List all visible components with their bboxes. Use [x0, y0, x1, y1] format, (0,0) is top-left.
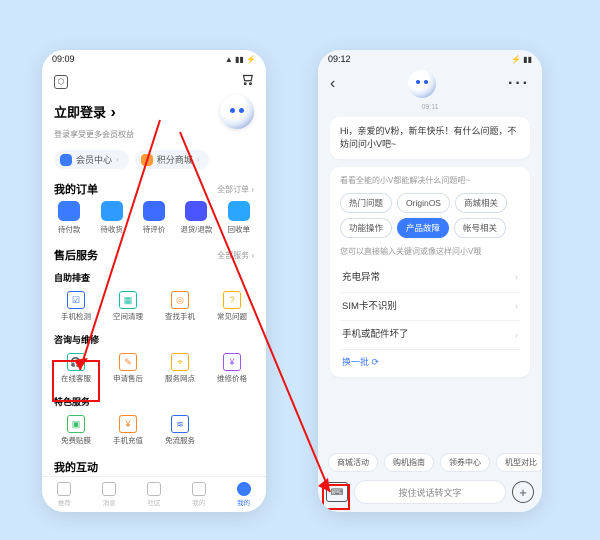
selfcheck-find[interactable]: ◎查找手机	[154, 288, 206, 325]
chevron-right-icon: ›	[515, 329, 518, 342]
chevron-right-icon: ›	[197, 155, 200, 164]
greeting-text: Hi，亲爱的V粉，新年快乐！有什么问题，不妨问问小V吧~	[340, 126, 517, 149]
tag-mall[interactable]: 商城相关	[455, 193, 507, 213]
nav-message[interactable]: 消息	[102, 482, 116, 507]
chip-member-center[interactable]: 会员中心 ›	[54, 150, 129, 169]
selfcheck-phone[interactable]: ☑手机检测	[50, 288, 102, 325]
bchip-mall-activity[interactable]: 商城活动	[328, 453, 378, 472]
order-pending-receive[interactable]: 待收货	[93, 201, 131, 235]
login-title[interactable]: 立即登录	[54, 105, 106, 120]
selfcheck-title: 自助排查	[42, 267, 266, 286]
status-icons: ▲ ▮▮ ⚡	[225, 55, 256, 64]
chip-points-mall[interactable]: 积分商城 ›	[135, 150, 210, 169]
selfcheck-clean[interactable]: ▦空间清理	[102, 288, 154, 325]
chevron-right-icon: ›	[116, 155, 119, 164]
order-refund[interactable]: 退货/退款	[177, 201, 215, 235]
annotation-box-online-service	[52, 360, 100, 402]
tag-account[interactable]: 帐号相关	[454, 218, 506, 238]
plus-icon[interactable]: +	[512, 481, 534, 503]
phone-right: 09:12 ⚡ ▮▮ ‹ ··· 09:11 Hi，亲爱的V粉，新年快乐！有什么…	[318, 50, 542, 512]
service-more[interactable]: 全部服务 ›	[217, 250, 254, 261]
apply-aftersale[interactable]: ✎申请售后	[102, 350, 154, 387]
chevron-right-icon: ›	[515, 271, 518, 284]
status-time: 09:12	[328, 54, 351, 64]
status-bar-right: 09:12 ⚡ ▮▮	[318, 50, 542, 66]
orders-more[interactable]: 全部订单 ›	[217, 184, 254, 195]
phone-recharge[interactable]: ¥手机充值	[102, 412, 154, 449]
service-location[interactable]: ⌖服务网点	[154, 350, 206, 387]
member-icon	[60, 154, 72, 166]
order-pending-pay[interactable]: 待付款	[50, 201, 88, 235]
interact-title: 我的互动	[54, 459, 98, 475]
settings-hex-icon[interactable]: ⬡	[54, 75, 68, 89]
service-title: 售后服务	[54, 247, 98, 263]
chevron-right-icon: ›	[515, 300, 518, 313]
bchip-coupon[interactable]: 领券中心	[440, 453, 490, 472]
bchip-compare[interactable]: 机型对比	[496, 453, 542, 472]
repair-price[interactable]: ¥维修价格	[206, 350, 258, 387]
bottom-nav: 推荐 消息 社区 我的 我的	[42, 476, 266, 512]
selfcheck-faq[interactable]: ?常见问题	[206, 288, 258, 325]
annotation-box-keyboard	[322, 484, 350, 510]
faq-broken[interactable]: 手机或配件坏了›	[340, 321, 520, 350]
input-bar: ⌨ 按住说话转文字 +	[318, 476, 542, 508]
orders-row: 待付款 待收货 待评价 退货/退款 回收单	[42, 201, 266, 241]
bottom-chip-row: 商城活动 购机指南 领券中心 机型对比 以	[318, 453, 542, 472]
panel-bubble: 看看全能的小V都能解决什么问题吧~ 热门问题 OriginOS 商城相关 功能操…	[330, 167, 530, 377]
panel-hint: 看看全能的小V都能解决什么问题吧~	[340, 175, 520, 187]
voice-input[interactable]: 按住说话转文字	[354, 480, 506, 504]
faq-charge[interactable]: 充电异常›	[340, 264, 520, 293]
order-recycle[interactable]: 回收单	[220, 201, 258, 235]
login-subtitle: 登录享受更多会员权益	[42, 129, 266, 146]
free-data[interactable]: ≋免流服务	[154, 412, 206, 449]
tag-originos[interactable]: OriginOS	[397, 193, 450, 213]
chip-member-label: 会员中心	[76, 153, 112, 166]
cart-icon[interactable]	[240, 72, 254, 91]
back-button[interactable]: ‹	[330, 75, 335, 93]
nav-recommend[interactable]: 推荐	[57, 482, 71, 507]
message-time: 09:11	[318, 102, 542, 113]
tag-hot[interactable]: 热门问题	[340, 193, 392, 213]
faq-sim[interactable]: SIM卡不识别›	[340, 293, 520, 322]
bchip-buy-guide[interactable]: 购机指南	[384, 453, 434, 472]
points-icon	[141, 154, 153, 166]
nav-mine[interactable]: 我的	[237, 482, 251, 507]
free-film[interactable]: ▣免费贴膜	[50, 412, 102, 449]
consult-title: 咨询与维修	[42, 329, 266, 348]
avatar[interactable]	[220, 95, 254, 129]
greeting-bubble: Hi，亲爱的V粉，新年快乐！有什么问题，不妨问问小V吧~	[330, 117, 530, 159]
login-arrow-icon[interactable]: ›	[110, 104, 115, 121]
tag-fault[interactable]: 产品故障	[397, 218, 449, 238]
nav-mine-alt[interactable]: 我的	[192, 482, 206, 507]
phone-left: 09:09 ▲ ▮▮ ⚡ ⬡ 立即登录 › 登录享受更多会员权益 会员中心 ›	[42, 50, 266, 512]
order-pending-review[interactable]: 待评价	[135, 201, 173, 235]
status-bar-left: 09:09 ▲ ▮▮ ⚡	[42, 50, 266, 66]
swap-batch[interactable]: 换一批 ⟳	[340, 350, 520, 369]
tag-function[interactable]: 功能操作	[340, 218, 392, 238]
orders-title: 我的订单	[54, 181, 98, 197]
more-icon[interactable]: ···	[508, 75, 530, 93]
status-time: 09:09	[52, 54, 75, 64]
sub-hint: 您可以直接输入关键词或像这样问小V哦	[340, 246, 520, 258]
status-icons: ⚡ ▮▮	[511, 55, 532, 64]
tag-list: 热门问题 OriginOS 商城相关 功能操作 产品故障 帐号相关	[340, 193, 520, 239]
chip-points-label: 积分商城	[157, 153, 193, 166]
nav-community[interactable]: 社区	[147, 482, 161, 507]
bot-avatar	[408, 70, 436, 98]
